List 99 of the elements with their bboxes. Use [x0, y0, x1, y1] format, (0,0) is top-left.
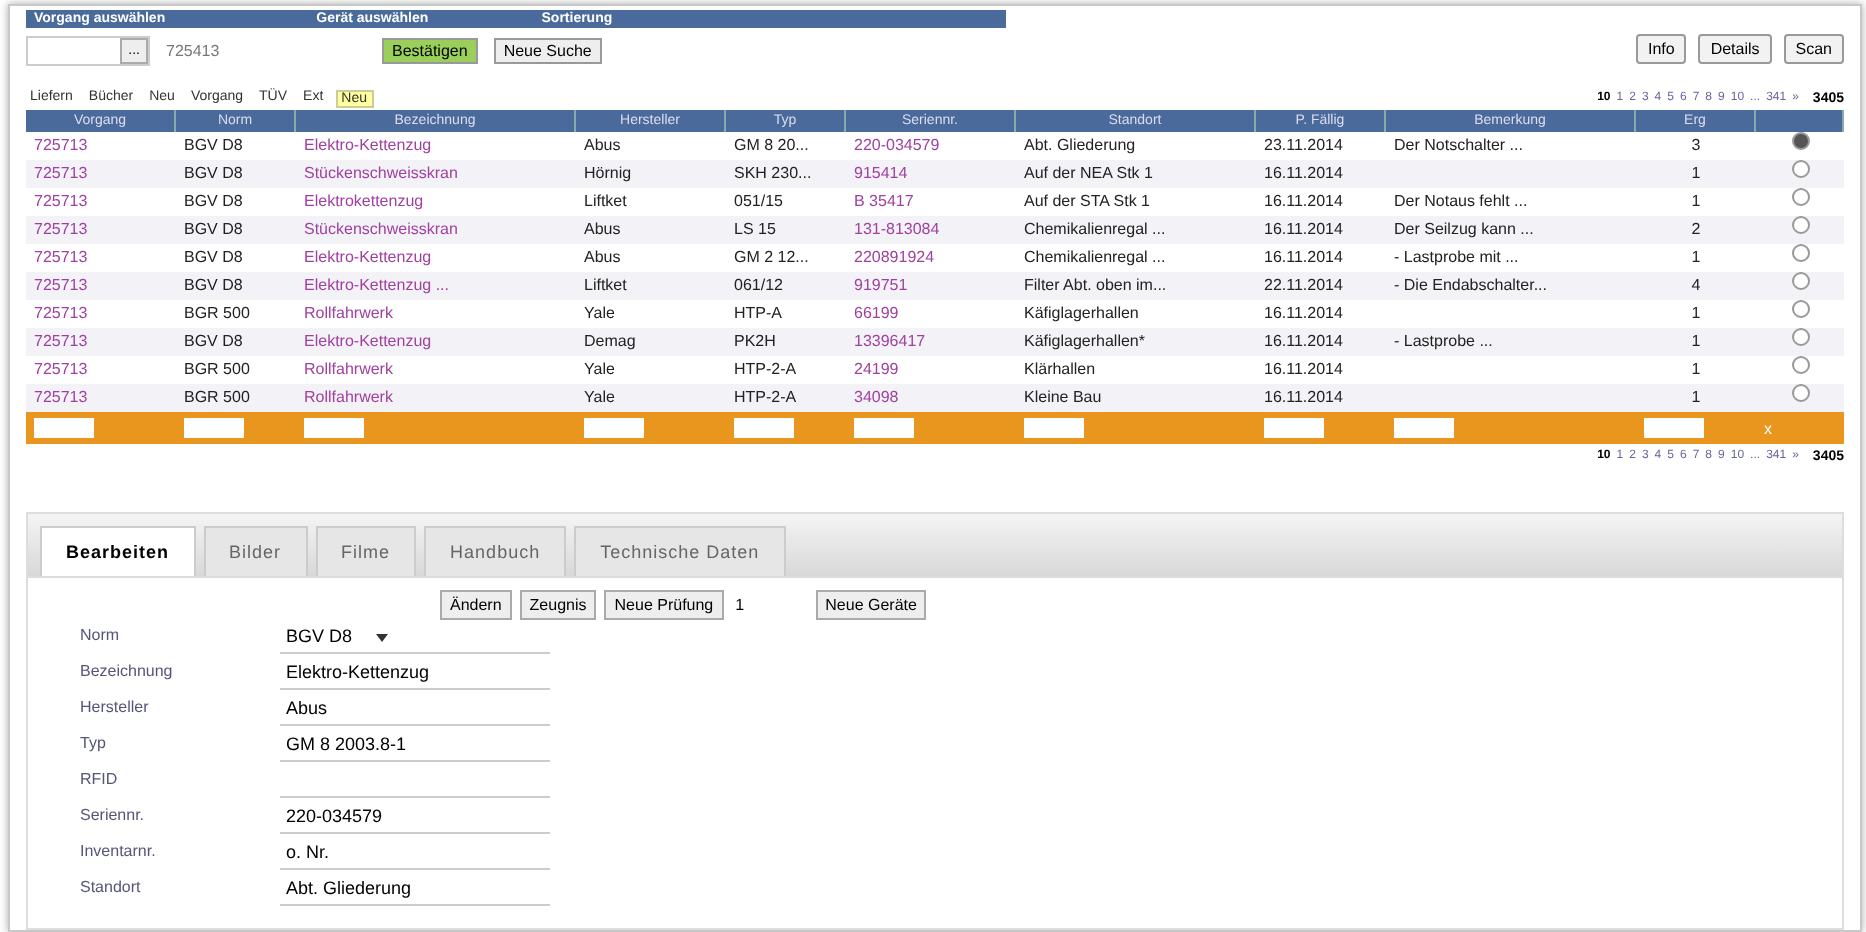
record-number: 725413 [166, 42, 222, 60]
table-cell: 1 [1636, 160, 1756, 188]
table-cell: 2 [1636, 216, 1756, 244]
column-filter-field[interactable] [1264, 418, 1324, 438]
column-filter-field[interactable] [34, 418, 94, 438]
table-cell: 725713 [26, 272, 176, 300]
table-cell: Rollfahrwerk [296, 384, 576, 412]
table-cell: Käfiglagerhallen* [1016, 328, 1256, 356]
toolbar-button[interactable]: Info [1635, 33, 1687, 63]
table-cell: 34098 [846, 384, 1016, 412]
table-cell: 16.11.2014 [1256, 216, 1386, 244]
toolbar-button[interactable]: Scan [1783, 33, 1844, 63]
table-cell: 22.11.2014 [1256, 272, 1386, 300]
column-filter-field[interactable] [184, 418, 244, 438]
input-field[interactable]: o. Nr. [280, 836, 550, 870]
tab[interactable]: Filme [315, 526, 417, 576]
table-cell: 13396417 [846, 328, 1016, 356]
column-filter-field[interactable] [1394, 418, 1454, 438]
field-label: Standort [80, 876, 143, 900]
table-cell: Hörnig [576, 160, 726, 188]
table-cell: BGR 500 [176, 384, 296, 412]
table-cell: Elektro-Kettenzug ... [296, 272, 576, 300]
tab[interactable]: Bilder [203, 526, 308, 576]
select-field[interactable]: BGV D8 [280, 620, 550, 654]
action-button[interactable]: Neue Geräte [815, 590, 927, 620]
table-cell: 725713 [26, 328, 176, 356]
row-radio[interactable] [1791, 132, 1809, 150]
table-cell: - Lastprobe ... [1386, 328, 1636, 356]
table-cell: Liftket [576, 272, 726, 300]
table-cell: BGV D8 [176, 216, 296, 244]
table-cell: Der Seilzug kann ... [1386, 216, 1636, 244]
table-cell: 16.11.2014 [1256, 328, 1386, 356]
row-radio[interactable] [1791, 272, 1809, 290]
table-cell: Elektro-Kettenzug [296, 328, 576, 356]
action-button[interactable]: Ändern [440, 590, 512, 620]
column-filter-field[interactable] [1024, 418, 1084, 438]
row-radio[interactable] [1791, 356, 1809, 374]
field-label: Hersteller [80, 696, 151, 720]
table-cell: 16.11.2014 [1256, 384, 1386, 412]
row-radio[interactable] [1791, 328, 1809, 346]
field-label: Typ [80, 732, 108, 756]
field-label: Norm [80, 624, 122, 648]
caret-icon [376, 633, 389, 642]
table-cell: BGV D8 [176, 328, 296, 356]
column-filter-field[interactable] [854, 418, 914, 438]
table-cell: BGV D8 [176, 160, 296, 188]
field-label: Seriennr. [80, 804, 147, 828]
table-cell: 725713 [26, 216, 176, 244]
row-radio[interactable] [1791, 188, 1809, 206]
table-cell: PK2H [726, 328, 846, 356]
table-cell: Auf der NEA Stk 1 [1016, 160, 1256, 188]
field-label: RFID [80, 768, 120, 792]
input-field[interactable]: Abt. Gliederung [280, 872, 550, 906]
table-cell: Stückenschweisskran [296, 160, 576, 188]
table-cell: Stückenschweisskran [296, 216, 576, 244]
table-cell: SKH 230... [726, 160, 846, 188]
tab[interactable]: Handbuch [424, 526, 567, 576]
table-cell: HTP-2-A [726, 384, 846, 412]
action-button[interactable]: Zeugnis [519, 590, 597, 620]
table-cell: 919751 [846, 272, 1016, 300]
input-field[interactable]: 220-034579 [280, 800, 550, 834]
tab[interactable]: Technische Daten [574, 526, 786, 576]
table-cell: 915414 [846, 160, 1016, 188]
table-cell: Demag [576, 328, 726, 356]
row-radio[interactable] [1791, 244, 1809, 262]
search-button[interactable]: Bestätigen [382, 38, 478, 64]
tab[interactable]: Bearbeiten [40, 526, 196, 576]
table-cell: 1 [1636, 328, 1756, 356]
search-button[interactable]: Neue Suche [493, 38, 602, 64]
table-cell: BGV D8 [176, 272, 296, 300]
column-filter-field[interactable] [734, 418, 794, 438]
table-cell: LS 15 [726, 216, 846, 244]
table-cell: Abus [576, 216, 726, 244]
column-filter-field[interactable] [1644, 418, 1704, 438]
column-filter-field[interactable] [304, 418, 364, 438]
action-button[interactable]: Neue Prüfung [604, 590, 724, 620]
row-radio[interactable] [1791, 216, 1809, 234]
column-filter-field[interactable] [584, 418, 644, 438]
toolbar-button[interactable]: Details [1698, 33, 1772, 63]
row-radio[interactable] [1791, 384, 1809, 402]
input-field[interactable]: GM 8 2003.8-1 [280, 728, 550, 762]
table-cell: Kleine Bau [1016, 384, 1256, 412]
field-label: Inventarnr. [80, 840, 158, 864]
input-field[interactable]: Elektro-Kettenzug [280, 656, 550, 690]
table-cell: 725713 [26, 384, 176, 412]
table-cell: 725713 [26, 160, 176, 188]
table-cell: 16.11.2014 [1256, 160, 1386, 188]
table-cell: Filter Abt. oben im... [1016, 272, 1256, 300]
table-cell: 131-813084 [846, 216, 1016, 244]
input-field[interactable]: Abus [280, 692, 550, 726]
table-cell: Chemikalienregal ... [1016, 216, 1256, 244]
table-cell: 061/12 [726, 272, 846, 300]
table-cell: - Die Endabschalter... [1386, 272, 1636, 300]
row-radio[interactable] [1791, 160, 1809, 178]
row-radio[interactable] [1791, 300, 1809, 318]
table-cell: Yale [576, 384, 726, 412]
field-label: Bezeichnung [80, 660, 175, 684]
table-cell: 1 [1636, 384, 1756, 412]
table-cell: 4 [1636, 272, 1756, 300]
